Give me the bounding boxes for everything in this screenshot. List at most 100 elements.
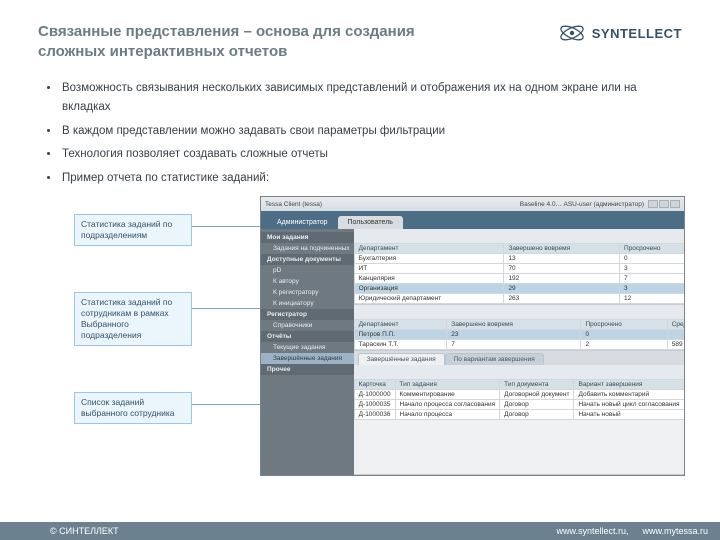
bullet-item: Возможность связывания нескольких зависи… — [60, 79, 682, 118]
cell: Петров П.П. — [354, 330, 447, 340]
column-header[interactable]: Просрочено — [581, 320, 667, 330]
cell: Бухгалтерия — [354, 254, 504, 264]
cell: Комментирование — [395, 390, 500, 400]
sidebar-item[interactable]: К регистратору — [261, 287, 354, 298]
cell: Тараскин Т.Т. — [354, 340, 447, 350]
table-row[interactable]: Бухгалтерия130013 — [354, 254, 684, 264]
column-header[interactable]: Вариант завершения — [574, 380, 684, 390]
column-header[interactable]: Просрочено — [620, 244, 684, 254]
app-window: Tessa Client (tessa) Baseline 4.0… ASU-u… — [260, 196, 685, 476]
table-row[interactable]: Тараскин Т.Т.725899 — [354, 340, 684, 350]
cell: 192 — [504, 274, 620, 284]
cell — [667, 330, 684, 340]
panel1-toolbar: ▾ ⟳ ◀ 1 ▶ — [354, 229, 684, 243]
cell: 3 — [620, 264, 684, 274]
table-row[interactable]: Д-1000035Начало процесса согласованияДог… — [354, 400, 684, 410]
sidebar: Мои заданияЗадания на подчиненныхДоступн… — [261, 229, 354, 475]
cell: Д-1000000 — [354, 390, 395, 400]
sidebar-item[interactable]: Справочники — [261, 320, 354, 331]
cell: 589 — [667, 340, 684, 350]
footer-url: www.syntellect.ru, — [556, 526, 628, 536]
subtab-byexec[interactable]: По вариантам завершения — [445, 353, 544, 365]
panel2-toolbar: ▾ ⟳ ◀ 1 ▶ — [354, 305, 684, 319]
table-row[interactable]: Д-1000000КомментированиеДоговорной докум… — [354, 390, 684, 400]
grid-tasks[interactable]: КарточкаТип заданияТип документаВариант … — [354, 379, 684, 420]
footer-url: www.mytessa.ru — [642, 526, 708, 536]
sidebar-item[interactable]: Текущие задания — [261, 342, 354, 353]
callout-departments: Статистика заданий по подразделениям — [74, 214, 192, 246]
column-header[interactable]: Завершено вовремя — [447, 320, 581, 330]
column-header[interactable]: Тип задания — [395, 380, 500, 390]
cell: Добавить комментарий — [574, 390, 684, 400]
cell: Юридический департамент — [354, 294, 504, 304]
cell: Начать новый цикл согласования — [574, 400, 684, 410]
column-header[interactable]: Карточка — [354, 380, 395, 390]
cell: Начало процесса — [395, 410, 500, 420]
column-header[interactable]: Тип документа — [500, 380, 574, 390]
table-row[interactable]: Петров П.П.23023 — [354, 330, 684, 340]
cell: 12 — [620, 294, 684, 304]
cell: Д-1000036 — [354, 410, 395, 420]
brand-name: SYNTELLECT — [592, 26, 682, 41]
panel3-toolbar: ▾ ⟳ ◀ 1 ▶ — [354, 365, 684, 379]
cell: 3 — [620, 284, 684, 294]
table-row[interactable]: Юридический департамент26312280275 — [354, 294, 684, 304]
table-row[interactable]: Организация293233 — [354, 284, 684, 294]
grid-departments[interactable]: ДепартаментЗавершено вовремяПросроченоСр… — [354, 243, 684, 304]
grid-employees[interactable]: ДепартаментЗавершено вовремяПросроченоСр… — [354, 319, 684, 350]
cell: Начать новый — [574, 410, 684, 420]
sidebar-item[interactable]: К автору — [261, 276, 354, 287]
table-row[interactable]: ИТ703333 — [354, 264, 684, 274]
column-header[interactable]: Департамент — [354, 244, 504, 254]
cell: 0 — [581, 330, 667, 340]
window-title: Tessa Client (tessa) — [265, 201, 322, 208]
orbit-icon — [558, 22, 586, 44]
cell: Договор — [500, 400, 574, 410]
sidebar-item[interactable]: Мои задания — [261, 232, 354, 243]
subtab-done[interactable]: Завершённые задания — [358, 353, 445, 365]
sidebar-item[interactable]: Задания на подчиненных — [261, 243, 354, 254]
status-text: Baseline 4.0… ASU-user (администратор) — [520, 201, 644, 208]
cell: Д-1000035 — [354, 400, 395, 410]
callout-employees: Статистика заданий по сотрудникам в рамк… — [74, 292, 192, 346]
window-titlebar: Tessa Client (tessa) Baseline 4.0… ASU-u… — [261, 197, 684, 211]
sub-tabs: Завершённые задания По вариантам заверше… — [354, 351, 684, 365]
window-buttons[interactable] — [648, 200, 680, 208]
sidebar-item[interactable]: Доступные документы — [261, 254, 354, 265]
copyright: © СИНТЕЛЛЕКТ — [50, 526, 119, 536]
cell: Канцелярия — [354, 274, 504, 284]
cell: ИТ — [354, 264, 504, 274]
table-row[interactable]: Д-1000036Начало процессаДоговорНачать но… — [354, 410, 684, 420]
cell: 7 — [620, 274, 684, 284]
column-header[interactable]: Завершено вовремя — [504, 244, 620, 254]
page-title: Связанные представления – основа для соз… — [38, 22, 478, 63]
sidebar-item[interactable]: Прочее — [261, 364, 354, 375]
column-header[interactable]: Средняя задержка (ч) — [667, 320, 684, 330]
bullet-item: Пример отчета по статистике заданий: — [60, 169, 682, 189]
tab-admin[interactable]: Администратор — [267, 216, 338, 229]
cell: Организация — [354, 284, 504, 294]
column-header[interactable]: Департамент — [354, 320, 447, 330]
sidebar-item[interactable]: К инициатору — [261, 298, 354, 309]
callout-tasks: Список заданий выбранного сотрудника — [74, 392, 192, 424]
bullet-list: Возможность связывания нескольких зависи… — [0, 73, 720, 189]
cell: 263 — [504, 294, 620, 304]
cell: Договор — [500, 410, 574, 420]
table-row[interactable]: Канцелярия1927156157 — [354, 274, 684, 284]
cell: 29 — [504, 284, 620, 294]
sidebar-item[interactable]: Отчёты — [261, 331, 354, 342]
sidebar-item[interactable]: pD — [261, 265, 354, 276]
bullet-item: В каждом представлении можно задавать св… — [60, 122, 682, 142]
cell: 70 — [504, 264, 620, 274]
sidebar-item[interactable]: Завершённые задания — [261, 353, 354, 364]
main-tabs: Администратор Пользователь — [261, 211, 684, 229]
brand-logo: SYNTELLECT — [558, 22, 682, 44]
bullet-item: Технология позволяет создавать сложные о… — [60, 145, 682, 165]
cell: Начало процесса согласования — [395, 400, 500, 410]
sidebar-item[interactable]: Регистратор — [261, 309, 354, 320]
cell: 2 — [581, 340, 667, 350]
tab-user[interactable]: Пользователь — [338, 216, 403, 229]
slide-footer: © СИНТЕЛЛЕКТ www.syntellect.ru, www.myte… — [0, 522, 720, 540]
cell: 13 — [504, 254, 620, 264]
cell: 7 — [447, 340, 581, 350]
